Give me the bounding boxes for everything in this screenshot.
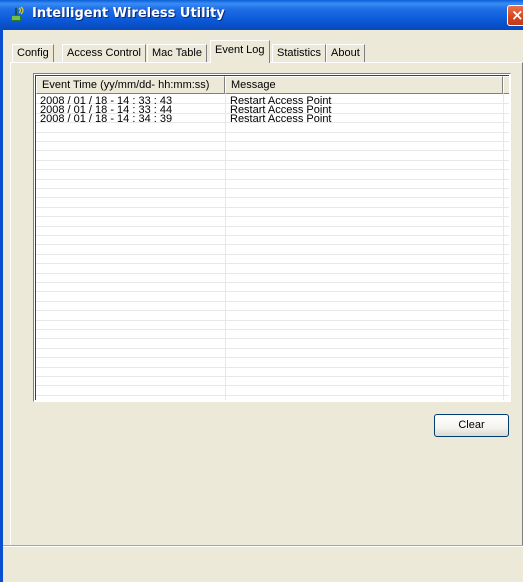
tab-mac-table[interactable]: Mac Table [147, 44, 207, 62]
tab-event-log[interactable]: Event Log [210, 40, 270, 63]
grid-line [36, 293, 509, 302]
grid-line [36, 218, 509, 227]
grid-line [36, 227, 509, 236]
grid-line [36, 330, 509, 340]
grid-line [36, 152, 509, 161]
grid-line [36, 368, 509, 377]
grid-line [36, 274, 509, 283]
tab-label: Mac Table [152, 47, 202, 59]
grid-line [36, 255, 509, 265]
list-header: Event Time (yy/mm/dd- hh:mm:ss) Message [36, 76, 509, 94]
title-bar[interactable]: Intelligent Wireless Utility × [0, 0, 523, 30]
grid-column-line [225, 94, 226, 400]
column-header-label: Event Time (yy/mm/dd- hh:mm:ss) [42, 79, 210, 91]
tab-label: Statistics [277, 47, 322, 59]
grid-line [36, 171, 509, 180]
grid-line [36, 377, 509, 387]
tab-label: Access Control [67, 47, 141, 59]
status-separator [3, 545, 523, 547]
close-icon: × [511, 6, 523, 24]
column-header-message[interactable]: Message [225, 76, 503, 94]
grid-line [36, 265, 509, 274]
event-time-cell: 2008 / 01 / 18 - 14 : 34 : 39 [40, 113, 173, 125]
clear-button[interactable]: Clear [434, 414, 509, 437]
grid-line [36, 340, 509, 349]
grid-line [36, 283, 509, 293]
tab-label: Config [17, 47, 49, 59]
tab-access-control[interactable]: Access Control [62, 44, 146, 62]
close-button[interactable]: × [507, 5, 523, 26]
tab-about[interactable]: About [326, 44, 365, 62]
grid-line [36, 161, 509, 171]
column-header-filler [503, 76, 509, 94]
column-header-label: Message [231, 79, 276, 91]
event-log-list-body: Event Time (yy/mm/dd- hh:mm:ss) Message … [35, 75, 509, 400]
grid-line [36, 246, 509, 255]
grid-line [36, 302, 509, 312]
column-header-event-time[interactable]: Event Time (yy/mm/dd- hh:mm:ss) [36, 76, 225, 94]
clear-button-label: Clear [458, 419, 485, 431]
grid-line [36, 208, 509, 218]
grid-column-line [503, 94, 504, 400]
grid-line [36, 180, 509, 189]
tab-config[interactable]: Config [12, 44, 54, 62]
event-log-list[interactable]: Event Time (yy/mm/dd- hh:mm:ss) Message … [33, 73, 511, 402]
tab-label: Event Log [215, 44, 265, 56]
app-icon [11, 6, 24, 21]
grid-line [36, 312, 509, 321]
window-title: Intelligent Wireless Utility [32, 6, 225, 21]
message-cell: Restart Access Point [230, 113, 332, 125]
grid-line [36, 236, 509, 246]
grid-line [36, 133, 509, 142]
grid-line [36, 142, 509, 152]
tab-label: About [331, 47, 360, 59]
tab-statistics[interactable]: Statistics [272, 44, 327, 62]
grid-line [36, 321, 509, 330]
grid-line [36, 199, 509, 208]
grid-line [36, 359, 509, 368]
grid-line [36, 387, 509, 396]
grid-line [36, 349, 509, 359]
grid-line [36, 189, 509, 199]
